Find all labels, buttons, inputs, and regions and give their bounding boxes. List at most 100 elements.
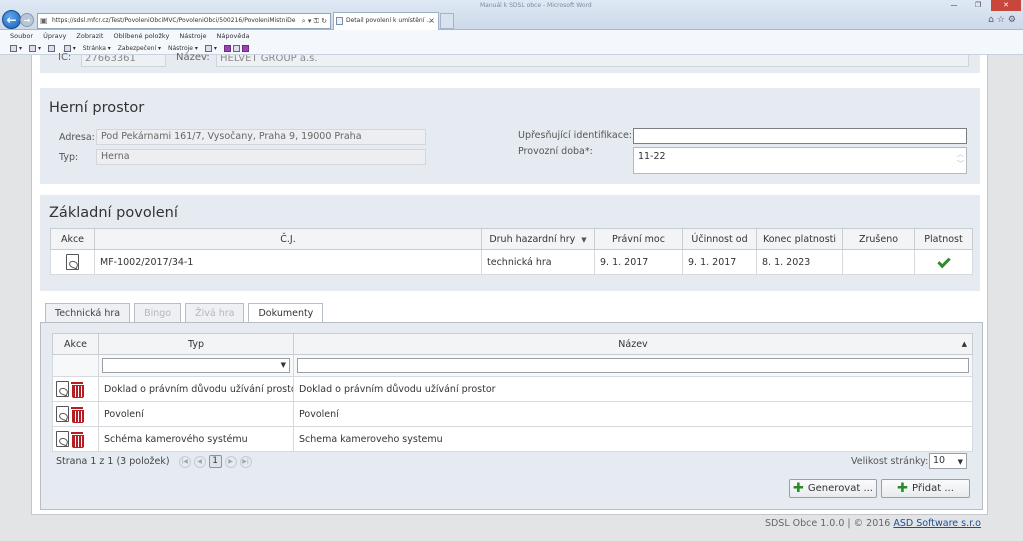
menu-zobrazit[interactable]: Zobrazit bbox=[76, 32, 103, 40]
back-arrow-icon[interactable]: ← bbox=[2, 10, 21, 29]
filter-row: ▼ bbox=[52, 354, 973, 377]
sort-caret-icon[interactable]: ▼ bbox=[581, 236, 586, 244]
pager: Strana 1 z 1 (3 položek) |◀ ◀ 1 ▶ ▶| bbox=[56, 455, 252, 468]
mail-icon[interactable] bbox=[47, 45, 57, 52]
minimize-icon[interactable]: — bbox=[943, 0, 965, 11]
feeds-icon[interactable]: ▾ bbox=[28, 45, 41, 52]
cmd-zabezpeceni[interactable]: Zabezpečení ▾ bbox=[118, 45, 161, 52]
doc-type: Doklad o právním důvodu užívání prostor bbox=[98, 376, 294, 402]
doc-actions bbox=[52, 426, 99, 452]
col-cj[interactable]: Č.J. bbox=[94, 228, 482, 250]
address-actions-icon[interactable]: ⌕ ▾ ⚿ ↻ bbox=[302, 14, 327, 28]
browser-toolbar: ← → ▣ https://sdsl.mfcr.cz/Test/Povoleni… bbox=[0, 0, 1023, 30]
page-size-label: Velikost stránky: bbox=[851, 456, 929, 467]
col-effective-from[interactable]: Účinnost od bbox=[682, 228, 757, 250]
permit-game-type: technická hra bbox=[481, 249, 595, 275]
pdf-icon[interactable] bbox=[56, 431, 69, 447]
settings-gear-icon[interactable]: ⚙ bbox=[1008, 15, 1019, 25]
pdf-icon[interactable] bbox=[66, 254, 79, 270]
trash-icon[interactable] bbox=[71, 406, 84, 423]
print-icon[interactable]: ▾ bbox=[63, 45, 76, 52]
menu-oblibene[interactable]: Oblíbené položky bbox=[113, 32, 169, 40]
col-valid-until[interactable]: Konec platnosti bbox=[756, 228, 843, 250]
forward-arrow-icon[interactable]: → bbox=[20, 13, 34, 27]
name-label: Název: bbox=[176, 52, 210, 63]
trash-icon[interactable] bbox=[71, 431, 84, 448]
dropdown-caret-icon: ▼ bbox=[957, 458, 963, 466]
maximize-icon[interactable]: ❐ bbox=[967, 0, 989, 11]
filter-type-cell: ▼ bbox=[98, 354, 294, 377]
checkmark-icon bbox=[936, 254, 951, 268]
menu-soubor[interactable]: Soubor bbox=[10, 32, 33, 40]
pdf-icon[interactable] bbox=[56, 381, 69, 397]
address-bar[interactable]: ▣ https://sdsl.mfcr.cz/Test/PovoleniObci… bbox=[37, 13, 331, 29]
address-field: Pod Pekárnami 161/7, Vysočany, Praha 9, … bbox=[96, 129, 426, 145]
sort-asc-icon[interactable]: ▲ bbox=[962, 340, 967, 348]
tab-dokumenty[interactable]: Dokumenty bbox=[248, 303, 324, 324]
menu-napoveda[interactable]: Nápověda bbox=[217, 32, 250, 40]
filter-name-input[interactable] bbox=[297, 358, 969, 373]
type-label: Typ: bbox=[59, 152, 79, 163]
footer-company-link[interactable]: ASD Software s.r.o bbox=[893, 518, 981, 529]
documents-table: Akce Typ Název ▲ ▼ Doklad o právním důvod… bbox=[52, 333, 973, 452]
page-size-select[interactable]: 10 ▼ bbox=[929, 453, 967, 469]
doc-col-type[interactable]: Typ bbox=[98, 333, 294, 355]
cmd-nastroje[interactable]: Nástroje ▾ bbox=[168, 45, 198, 52]
col-validity[interactable]: Platnost bbox=[914, 228, 973, 250]
home-small-icon[interactable]: ▾ bbox=[10, 45, 22, 52]
table-row: Schéma kamerového systému Schema kamerov… bbox=[52, 426, 973, 452]
generate-button[interactable]: ✚ Generovat ... bbox=[789, 479, 877, 498]
prev-page-icon: ◀ bbox=[193, 455, 206, 468]
menu-nastroje[interactable]: Nástroje bbox=[179, 32, 206, 40]
tab-bingo: Bingo bbox=[134, 303, 182, 323]
permit-effective-from: 9. 1. 2017 bbox=[682, 249, 757, 275]
col-cancelled[interactable]: Zrušeno bbox=[842, 228, 915, 250]
basic-permit-title: Základní povolení bbox=[49, 205, 178, 221]
textarea-scroll-icon[interactable]: ︿ ﹀ bbox=[957, 149, 964, 169]
help-icon[interactable]: ▾ bbox=[204, 45, 217, 52]
identification-input[interactable] bbox=[633, 128, 967, 144]
first-page-icon: |◀ bbox=[178, 455, 191, 468]
documents-panel: Akce Typ Název ▲ ▼ Doklad o právním důvod… bbox=[40, 322, 983, 510]
filter-empty bbox=[52, 354, 99, 377]
tab-close-icon[interactable]: × bbox=[428, 13, 435, 29]
tab-favicon-icon bbox=[336, 17, 343, 25]
filter-type-select[interactable]: ▼ bbox=[102, 358, 290, 373]
documents-header-row: Akce Typ Název ▲ bbox=[52, 333, 973, 355]
trash-icon[interactable] bbox=[71, 381, 84, 398]
col-game-type[interactable]: Druh hazardní hry ▼ bbox=[481, 228, 595, 250]
type-field: Herna bbox=[96, 149, 426, 165]
hours-value: 11-22 bbox=[638, 151, 666, 162]
filter-name-cell bbox=[293, 354, 973, 377]
window-controls: — ❐ ✕ bbox=[943, 0, 1021, 11]
doc-name: Schema kameroveho systemu bbox=[293, 426, 973, 452]
plus-icon: ✚ bbox=[793, 480, 804, 496]
dropdown-caret-icon: ▼ bbox=[280, 361, 286, 369]
current-page[interactable]: 1 bbox=[208, 455, 222, 468]
doc-type: Schéma kamerového systému bbox=[98, 426, 294, 452]
home-icon[interactable]: ⌂ bbox=[988, 15, 997, 25]
doc-col-akce: Akce bbox=[52, 333, 99, 355]
page-size-value: 10 bbox=[933, 455, 946, 466]
menu-upravy[interactable]: Úpravy bbox=[43, 32, 66, 40]
next-page-icon: ▶ bbox=[224, 455, 237, 468]
page-icon: ▣ bbox=[40, 16, 48, 25]
addon-icon[interactable] bbox=[223, 45, 251, 52]
tab-technicka-hra[interactable]: Technická hra bbox=[45, 303, 131, 323]
ic-field: 27663361 bbox=[81, 55, 166, 67]
hours-textarea[interactable]: 11-22 ︿ ﹀ bbox=[633, 147, 967, 174]
col-legal-force[interactable]: Právní moc bbox=[594, 228, 683, 250]
pdf-icon[interactable] bbox=[56, 406, 69, 422]
col-game-type-label: Druh hazardní hry bbox=[489, 233, 576, 245]
name-field: HELVET GROUP a.s. bbox=[216, 55, 969, 67]
pager-summary: Strana 1 z 1 (3 položek) bbox=[56, 456, 170, 467]
favorites-star-icon[interactable]: ☆ bbox=[997, 15, 1008, 25]
close-icon[interactable]: ✕ bbox=[991, 0, 1021, 11]
browser-tab[interactable]: Detail povolení k umístění ... × bbox=[333, 12, 439, 30]
last-page-icon: ▶| bbox=[239, 455, 252, 468]
doc-col-name[interactable]: Název ▲ bbox=[293, 333, 973, 355]
add-button[interactable]: ✚ Přidat ... bbox=[881, 479, 970, 498]
cmd-stranka[interactable]: Stránka ▾ bbox=[83, 45, 111, 52]
page-content: IČ: 27663361 Název: HELVET GROUP a.s. He… bbox=[31, 52, 988, 515]
new-tab-button[interactable] bbox=[440, 13, 454, 29]
